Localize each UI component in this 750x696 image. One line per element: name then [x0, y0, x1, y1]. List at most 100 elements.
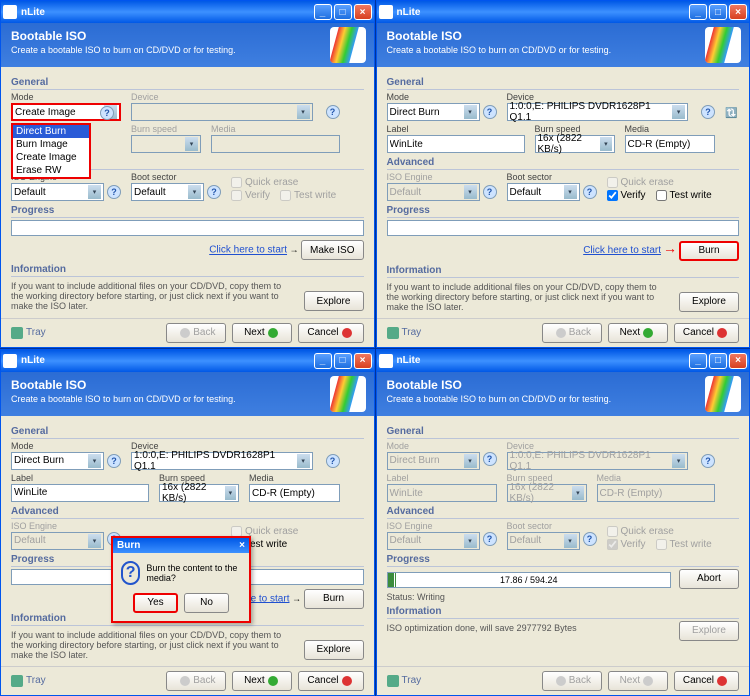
banner: Bootable ISO Create a bootable ISO to bu… — [1, 23, 374, 67]
group-info: Information — [11, 264, 364, 277]
burnspeed-combo[interactable]: 16x (2822 KB/s)▾ — [159, 484, 239, 502]
progress-bar — [387, 220, 740, 236]
next-button[interactable]: Next — [232, 671, 292, 691]
back-button: Back — [542, 671, 602, 691]
progress-bar — [11, 220, 364, 236]
help-icon[interactable]: ? — [107, 185, 121, 199]
bootsector-combo[interactable]: Default▾ — [507, 183, 580, 201]
explore-button[interactable]: Explore — [304, 640, 364, 660]
cancel-button[interactable]: Cancel — [298, 671, 363, 691]
explore-button[interactable]: Explore — [679, 292, 739, 312]
logo-icon — [705, 27, 741, 63]
dropdown-item[interactable]: Create Image — [13, 151, 89, 164]
help-icon[interactable]: ? — [207, 185, 221, 199]
device-combo[interactable]: 1:0:0,E: PHILIPS DVDR1628P1 Q1.1▾ — [507, 103, 689, 121]
engine-combo[interactable]: Default▾ — [11, 183, 104, 201]
label-input[interactable] — [11, 484, 149, 502]
burnspeed-label: Burn speed — [131, 124, 201, 134]
pane-direct-burn: nLite _ □ × Bootable ISO Create a bootab… — [376, 0, 750, 348]
group-progress: Progress — [11, 205, 364, 218]
start-link[interactable]: Click here to start — [583, 245, 661, 256]
yes-button[interactable]: Yes — [133, 593, 178, 613]
dropdown-item[interactable]: Direct Burn — [13, 125, 89, 138]
burn-button[interactable]: Burn — [304, 589, 364, 609]
footer: Tray Back Next Cancel — [1, 318, 374, 347]
status-text: Status: Writing — [387, 592, 740, 602]
abort-button[interactable]: Abort — [679, 569, 739, 589]
label-input[interactable] — [387, 135, 525, 153]
dropdown-item[interactable]: Erase RW — [13, 164, 89, 177]
group-general: General — [11, 77, 364, 90]
pane-burn-confirm: nLite _ □ × Bootable ISO Create a bootab… — [0, 349, 375, 696]
info-text: If you want to include additional files … — [11, 281, 296, 311]
next-button[interactable]: Next — [232, 323, 292, 343]
cancel-button[interactable]: Cancel — [674, 671, 739, 691]
verify-check[interactable]: Verify — [607, 190, 646, 201]
dropdown-item[interactable]: Burn Image — [13, 138, 89, 151]
explore-button: Explore — [679, 621, 739, 641]
titlebar: nLite _ □ × — [1, 1, 374, 23]
cancel-button[interactable]: Cancel — [674, 323, 739, 343]
back-button: Back — [542, 323, 602, 343]
app-icon — [3, 354, 17, 368]
help-icon[interactable]: ? — [326, 105, 340, 119]
next-button: Next — [608, 671, 668, 691]
testwrite-check[interactable]: Test write — [656, 190, 712, 201]
tray-link[interactable]: Tray — [11, 675, 46, 687]
explore-button[interactable]: Explore — [304, 291, 364, 311]
media-label: Media — [211, 124, 340, 134]
banner-subtitle: Create a bootable ISO to burn on CD/DVD … — [11, 45, 364, 55]
app-icon — [379, 5, 393, 19]
close-button[interactable]: × — [354, 353, 372, 369]
no-button[interactable]: No — [184, 593, 229, 613]
minimize-button[interactable]: _ — [314, 353, 332, 369]
help-icon[interactable]: ? — [100, 106, 114, 120]
dialog-close-icon[interactable]: × — [239, 540, 245, 551]
window-title: nLite — [397, 7, 421, 18]
progress-bar: 17.86 / 594.24 — [387, 572, 672, 588]
bootsector-label: Boot sector — [131, 172, 221, 182]
back-button: Back — [166, 671, 226, 691]
start-link[interactable]: Click here to start — [209, 245, 287, 256]
pane-create-image: nLite _ □ × Bootable ISO Create a bootab… — [0, 0, 375, 348]
next-button[interactable]: Next — [608, 323, 668, 343]
help-icon[interactable]: ? — [701, 105, 715, 119]
question-icon: ? — [121, 561, 140, 585]
verify-check: Verify — [231, 190, 270, 201]
minimize-button[interactable]: _ — [689, 353, 707, 369]
media-field: CD-R (Empty) — [625, 135, 716, 153]
makeiso-button[interactable]: Make ISO — [301, 240, 363, 260]
help-icon[interactable]: ? — [483, 105, 497, 119]
device-combo: ▾ — [131, 103, 313, 121]
burn-dialog: Burn× ?Burn the content to the media? Ye… — [111, 536, 251, 623]
tray-link[interactable]: Tray — [387, 675, 422, 687]
mode-label: Mode — [11, 92, 121, 102]
tray-link[interactable]: Tray — [11, 327, 46, 339]
burnspeed-combo[interactable]: 16x (2822 KB/s)▾ — [535, 135, 615, 153]
app-icon — [3, 5, 17, 19]
device-combo[interactable]: 1:0:0,E: PHILIPS DVDR1628P1 Q1.1▾ — [131, 452, 313, 470]
engine-combo: Default▾ — [387, 183, 480, 201]
close-button[interactable]: × — [729, 353, 747, 369]
maximize-button[interactable]: □ — [709, 353, 727, 369]
bootsector-combo[interactable]: Default▾ — [131, 183, 204, 201]
close-button[interactable]: × — [354, 4, 372, 20]
mode-combo[interactable]: Direct Burn▾ — [11, 452, 104, 470]
dialog-msg: Burn the content to the media? — [146, 563, 241, 583]
minimize-button[interactable]: _ — [689, 4, 707, 20]
media-field: CD-R (Empty) — [249, 484, 340, 502]
quickerase-check: Quick erase — [231, 177, 364, 188]
maximize-button[interactable]: □ — [334, 353, 352, 369]
maximize-button[interactable]: □ — [334, 4, 352, 20]
mode-combo[interactable]: Direct Burn▾ — [387, 103, 480, 121]
mode-dropdown[interactable]: Direct Burn Burn Image Create Image Eras… — [11, 123, 91, 179]
burnspeed-combo: ▾ — [131, 135, 201, 153]
close-button[interactable]: × — [729, 4, 747, 20]
maximize-button[interactable]: □ — [709, 4, 727, 20]
back-button: Back — [166, 323, 226, 343]
cancel-button[interactable]: Cancel — [298, 323, 363, 343]
burn-button[interactable]: Burn — [679, 241, 739, 261]
tray-link[interactable]: Tray — [387, 327, 422, 339]
minimize-button[interactable]: _ — [314, 4, 332, 20]
app-icon — [379, 354, 393, 368]
